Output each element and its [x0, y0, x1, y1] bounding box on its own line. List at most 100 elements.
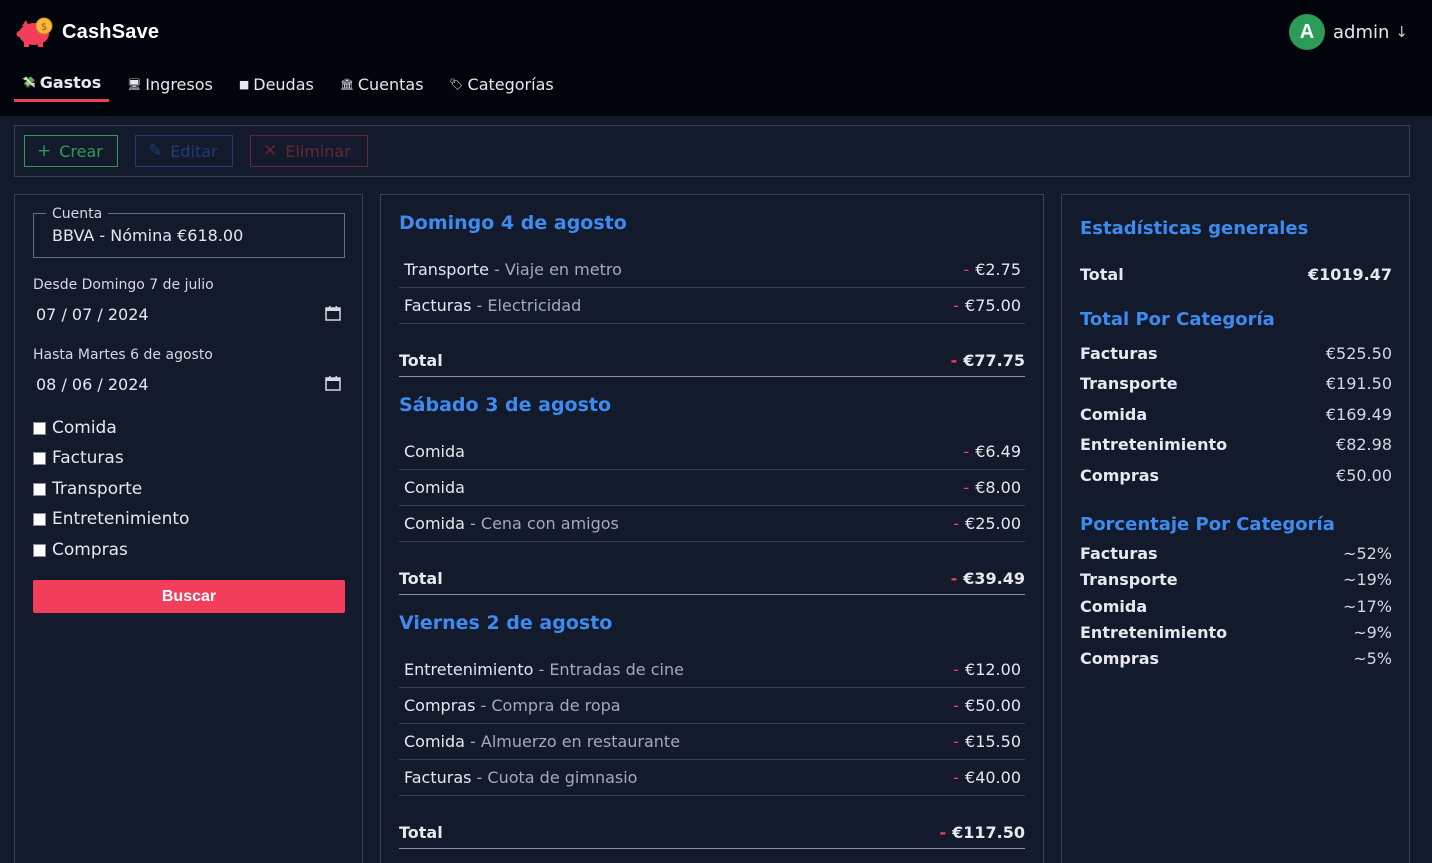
expense-amount: €8.00 [975, 478, 1021, 497]
checkbox-box[interactable] [33, 421, 46, 435]
total-label: Total [399, 569, 443, 588]
user-menu[interactable]: A admin ↓ [1289, 14, 1408, 50]
day-title: Viernes 2 de agosto [399, 612, 613, 634]
minus-sign: - [953, 732, 960, 751]
expense-description: - Almuerzo en restaurante [464, 732, 681, 751]
expense-row[interactable]: Comida - Almuerzo en restaurante - €15.50 [399, 724, 1025, 760]
expense-category: Comida [404, 514, 465, 533]
expense-description: - Electricidad [471, 296, 582, 315]
expense-row[interactable]: Transporte - Viaje en metro - €2.75 [399, 252, 1025, 288]
category-total-row: Comida €169.49 [1080, 405, 1392, 427]
account-value: BBVA - Nómina €618.00 [52, 226, 244, 245]
top-navbar: $ CashSave A admin ↓ 💸 Gastos 🖥 Ingresos… [0, 0, 1432, 116]
delete-button[interactable]: ✕ Eliminar [250, 135, 368, 167]
svg-text:$: $ [41, 22, 47, 33]
category-percent-row: Entretenimiento ~9% [1080, 623, 1392, 645]
tab-cuentas[interactable]: 🏛 Cuentas [332, 66, 432, 102]
arrow-down-icon: ↓ [1395, 23, 1408, 41]
total-label: Total [399, 823, 443, 842]
stats-total-label: Total [1080, 265, 1124, 284]
checkbox-label: Facturas [52, 448, 124, 468]
category-total-row: Entretenimiento €82.98 [1080, 435, 1392, 457]
expense-row[interactable]: Comida - €6.49 [399, 434, 1025, 470]
category-percent-row: Facturas ~52% [1080, 544, 1392, 566]
from-date-value: 07 / 07 / 2024 [36, 305, 149, 324]
day-total-row: Total - €77.75 [399, 341, 1025, 377]
tab-deudas[interactable]: ■ Deudas [231, 66, 322, 102]
category-percent: ~17% [1343, 597, 1392, 616]
tab-label: Gastos [39, 73, 102, 92]
checkbox-box[interactable] [33, 543, 46, 557]
expense-category: Comida [404, 732, 465, 751]
avatar: A [1289, 14, 1326, 50]
expense-amount: €40.00 [965, 768, 1021, 787]
minus-sign: - [939, 823, 947, 842]
day-title: Sábado 3 de agosto [399, 394, 612, 416]
checkbox-box[interactable] [33, 451, 46, 465]
minus-sign: - [953, 660, 960, 679]
category-total-row: Transporte €191.50 [1080, 374, 1392, 396]
category-label: Entretenimiento [1080, 623, 1228, 642]
checkbox-box[interactable] [33, 482, 46, 496]
bank-icon: 🏛 [339, 77, 354, 91]
expense-row[interactable]: Comida - €8.00 [399, 470, 1025, 506]
expense-description: - Cena con amigos [464, 514, 619, 533]
expense-row[interactable]: Comida - Cena con amigos - €25.00 [399, 506, 1025, 542]
expense-row[interactable]: Facturas - Electricidad - €75.00 [399, 288, 1025, 324]
category-percent: ~52% [1343, 544, 1392, 563]
document-icon: ■ [238, 77, 250, 91]
category-value: €82.98 [1336, 435, 1392, 454]
category-value: €191.50 [1325, 374, 1392, 393]
category-label: Compras [1080, 466, 1160, 485]
account-select[interactable]: Cuenta BBVA - Nómina €618.00 [33, 206, 345, 258]
checkbox-compras[interactable]: Compras [33, 540, 128, 560]
expense-amount: €15.50 [965, 732, 1021, 751]
expense-amount: €6.49 [975, 442, 1021, 461]
expense-row[interactable]: Entretenimiento - Entradas de cine - €12.… [399, 652, 1025, 688]
checkbox-box[interactable] [33, 512, 46, 526]
tab-label: Categorías [467, 74, 554, 94]
from-date-input[interactable]: 07 / 07 / 2024 [33, 301, 345, 327]
expense-amount: €75.00 [965, 296, 1021, 315]
filter-panel: Cuenta BBVA - Nómina €618.00 Desde Domin… [14, 194, 363, 863]
computer-icon: 🖥 [127, 77, 142, 91]
checkbox-transporte[interactable]: Transporte [33, 479, 142, 499]
pencil-icon: ✎ [148, 141, 163, 161]
piggy-bank-icon: $ [16, 16, 56, 48]
edit-button[interactable]: ✎ Editar [135, 135, 233, 167]
calendar-icon[interactable] [325, 375, 341, 391]
category-percent-title: Porcentaje Por Categoría [1080, 514, 1335, 535]
tab-categorias[interactable]: 🏷 Categorías [442, 66, 562, 102]
search-button[interactable]: Buscar [33, 580, 345, 613]
tab-label: Cuentas [357, 74, 424, 94]
expense-category: Comida [404, 478, 465, 497]
minus-sign: - [953, 696, 960, 715]
create-button[interactable]: + Crear [24, 135, 118, 167]
total-label: Total [399, 351, 443, 370]
tab-gastos[interactable]: 💸 Gastos [14, 66, 110, 102]
expense-row[interactable]: Compras - Compra de ropa - €50.00 [399, 688, 1025, 724]
expense-category: Entretenimiento [404, 660, 534, 679]
stats-total-value: €1019.47 [1307, 265, 1392, 284]
tab-ingresos[interactable]: 🖥 Ingresos [119, 66, 221, 102]
checkbox-label: Compras [52, 540, 128, 560]
checkbox-facturas[interactable]: Facturas [33, 448, 124, 468]
checkbox-entretenimiento[interactable]: Entretenimiento [33, 509, 189, 529]
expense-amount: €25.00 [965, 514, 1021, 533]
to-date-label: Hasta Martes 6 de agosto [33, 347, 213, 363]
edit-label: Editar [170, 141, 218, 161]
category-label: Comida [1080, 597, 1148, 616]
calendar-icon[interactable] [325, 305, 341, 321]
to-date-input[interactable]: 08 / 06 / 2024 [33, 371, 345, 397]
expense-description: - Entradas de cine [533, 660, 684, 679]
category-label: Comida [1080, 405, 1148, 424]
checkbox-comida[interactable]: Comida [33, 418, 117, 438]
main-tabs: 💸 Gastos 🖥 Ingresos ■ Deudas 🏛 Cuentas 🏷… [14, 66, 572, 102]
x-icon: ✕ [263, 141, 278, 161]
expense-amount: €2.75 [975, 260, 1021, 279]
to-date-value: 08 / 06 / 2024 [36, 375, 149, 394]
category-label: Facturas [1080, 544, 1158, 563]
expense-row[interactable]: Facturas - Cuota de gimnasio - €40.00 [399, 760, 1025, 796]
category-percent: ~5% [1353, 649, 1392, 668]
brand[interactable]: $ CashSave [16, 16, 159, 48]
